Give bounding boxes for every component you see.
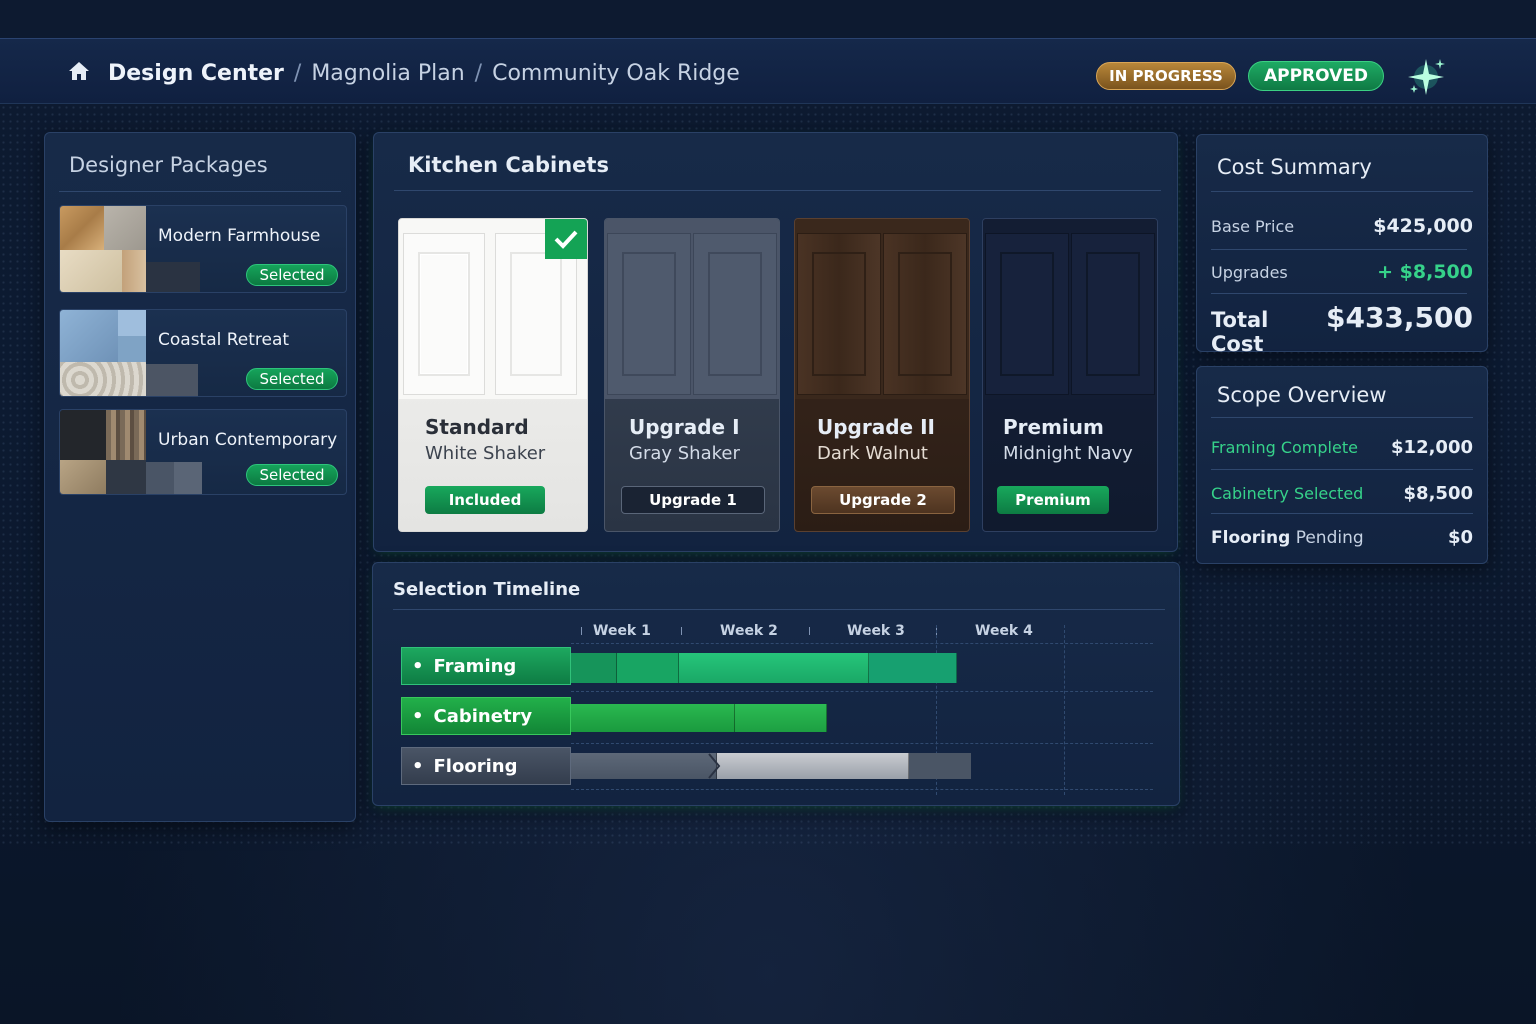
cost-summary-title: Cost Summary bbox=[1217, 155, 1372, 179]
cabinet-subtitle: Midnight Navy bbox=[1003, 443, 1133, 464]
cabinet-door-image bbox=[605, 219, 779, 399]
cost-row-total: Total Cost $433,500 bbox=[1211, 301, 1473, 356]
divider bbox=[394, 190, 1161, 191]
scope-row-framing: Framing Complete $12,000 bbox=[1211, 437, 1473, 458]
packages-title: Designer Packages bbox=[69, 153, 268, 177]
cabinet-subtitle: White Shaker bbox=[425, 443, 546, 464]
designer-packages-panel: Designer Packages Modern Farmhouse Selec… bbox=[44, 132, 356, 822]
breadcrumb-community[interactable]: Community Oak Ridge bbox=[492, 61, 740, 86]
status-badge-approved: APPROVED bbox=[1248, 61, 1384, 91]
chevron-right-icon bbox=[708, 753, 721, 779]
cabinet-door-image bbox=[795, 219, 969, 399]
cabinet-option-upgrade-2[interactable]: Upgrade II Dark Walnut Upgrade 2 bbox=[794, 218, 970, 532]
divider bbox=[393, 609, 1165, 610]
cabinet-subtitle: Dark Walnut bbox=[817, 443, 928, 464]
timeline-row-flooring[interactable]: • Flooring bbox=[401, 747, 571, 785]
cabinet-title: Upgrade II bbox=[817, 415, 935, 439]
scope-label: Flooring Pending bbox=[1211, 528, 1364, 548]
cost-row-base-price: Base Price $425,000 bbox=[1211, 215, 1473, 237]
divider bbox=[59, 191, 341, 192]
cost-label: Upgrades bbox=[1211, 263, 1288, 282]
scope-label-status: Pending bbox=[1295, 528, 1364, 548]
week-label: Week 3 bbox=[847, 623, 905, 639]
divider bbox=[1211, 191, 1473, 192]
timeline-row-label: Cabinetry bbox=[433, 705, 533, 727]
week-label: Week 4 bbox=[975, 623, 1033, 639]
included-button[interactable]: Included bbox=[425, 486, 545, 514]
cabinet-subtitle: Gray Shaker bbox=[629, 443, 740, 464]
upgrade-1-button[interactable]: Upgrade 1 bbox=[621, 486, 765, 514]
scope-label-strong: Flooring bbox=[1211, 528, 1291, 548]
bullet-icon: • bbox=[412, 755, 424, 777]
home-icon[interactable] bbox=[68, 61, 90, 81]
scope-value: $8,500 bbox=[1403, 483, 1473, 504]
cabinets-title: Kitchen Cabinets bbox=[408, 153, 609, 177]
divider bbox=[1211, 417, 1473, 418]
cabinet-option-standard[interactable]: Standard White Shaker Included bbox=[398, 218, 588, 532]
cost-summary-panel: Cost Summary Base Price $425,000 Upgrade… bbox=[1196, 134, 1488, 356]
material-swatch bbox=[60, 410, 202, 494]
cost-value: + $8,500 bbox=[1377, 261, 1473, 283]
cabinet-title: Premium bbox=[1003, 415, 1104, 439]
top-bar: Design Center / Magnolia Plan / Communit… bbox=[0, 38, 1536, 104]
scope-overview-panel: Scope Overview Framing Complete $12,000 … bbox=[1196, 366, 1488, 564]
timeline-row-cabinetry[interactable]: • Cabinetry bbox=[401, 697, 571, 735]
material-swatch bbox=[60, 310, 198, 396]
scope-row-cabinetry: Cabinetry Selected $8,500 bbox=[1211, 483, 1473, 504]
package-status-badge: Selected bbox=[246, 264, 338, 286]
material-swatch bbox=[60, 206, 200, 292]
scope-value: $12,000 bbox=[1391, 437, 1473, 458]
cost-row-upgrades: Upgrades + $8,500 bbox=[1211, 261, 1473, 283]
timeline-bar-flooring bbox=[571, 753, 971, 779]
package-coastal-retreat[interactable]: Coastal Retreat Selected bbox=[59, 309, 347, 397]
status-badge-in-progress: IN PROGRESS bbox=[1096, 62, 1236, 90]
scope-row-flooring: Flooring Pending $0 bbox=[1211, 527, 1473, 548]
sparkle-icon bbox=[1408, 59, 1445, 95]
cabinet-option-premium[interactable]: Premium Midnight Navy Premium bbox=[982, 218, 1158, 532]
breadcrumb-plan[interactable]: Magnolia Plan bbox=[311, 61, 464, 86]
breadcrumb-separator: / bbox=[293, 60, 302, 86]
scope-overview-title: Scope Overview bbox=[1217, 383, 1387, 407]
timeline-row-label: Flooring bbox=[433, 755, 518, 777]
bullet-icon: • bbox=[412, 705, 424, 727]
timeline-bar-framing bbox=[571, 653, 957, 683]
selection-timeline-panel: Selection Timeline Week 1 Week 2 Week 3 … bbox=[372, 562, 1180, 806]
package-name: Modern Farmhouse bbox=[158, 226, 321, 246]
package-name: Urban Contemporary bbox=[158, 430, 338, 450]
cabinet-option-upgrade-1[interactable]: Upgrade I Gray Shaker Upgrade 1 bbox=[604, 218, 780, 532]
cost-label: Base Price bbox=[1211, 217, 1295, 236]
breadcrumb-separator: / bbox=[474, 60, 483, 86]
bullet-icon: • bbox=[412, 655, 424, 677]
scope-label: Cabinetry Selected bbox=[1211, 484, 1364, 503]
total-label: Total Cost bbox=[1211, 308, 1269, 356]
breadcrumb-design-center[interactable]: Design Center bbox=[108, 61, 284, 86]
kitchen-cabinets-panel: Kitchen Cabinets Standard White Shaker I… bbox=[373, 132, 1178, 552]
cabinet-title: Upgrade I bbox=[629, 415, 740, 439]
scope-value: $0 bbox=[1447, 527, 1473, 548]
timeline-title: Selection Timeline bbox=[393, 579, 581, 600]
week-label: Week 1 bbox=[593, 623, 651, 639]
cabinet-title: Standard bbox=[425, 415, 529, 439]
package-modern-farmhouse[interactable]: Modern Farmhouse Selected bbox=[59, 205, 347, 293]
timeline-bar-cabinetry bbox=[571, 704, 827, 732]
premium-button[interactable]: Premium bbox=[997, 486, 1109, 514]
cost-value: $425,000 bbox=[1373, 215, 1473, 237]
check-icon bbox=[545, 219, 587, 259]
upgrade-2-button[interactable]: Upgrade 2 bbox=[811, 486, 955, 514]
breadcrumb: Design Center / Magnolia Plan / Communit… bbox=[108, 59, 740, 87]
week-label: Week 2 bbox=[720, 623, 778, 639]
timeline-row-framing[interactable]: • Framing bbox=[401, 647, 571, 685]
total-value: $433,500 bbox=[1325, 301, 1473, 334]
package-status-badge: Selected bbox=[246, 368, 338, 390]
scope-label: Framing Complete bbox=[1211, 438, 1358, 457]
package-urban-contemporary[interactable]: Urban Contemporary Selected bbox=[59, 409, 347, 495]
timeline-row-label: Framing bbox=[433, 655, 517, 677]
package-name: Coastal Retreat bbox=[158, 330, 290, 350]
package-status-badge: Selected bbox=[246, 464, 338, 486]
cabinet-door-image bbox=[983, 219, 1157, 399]
